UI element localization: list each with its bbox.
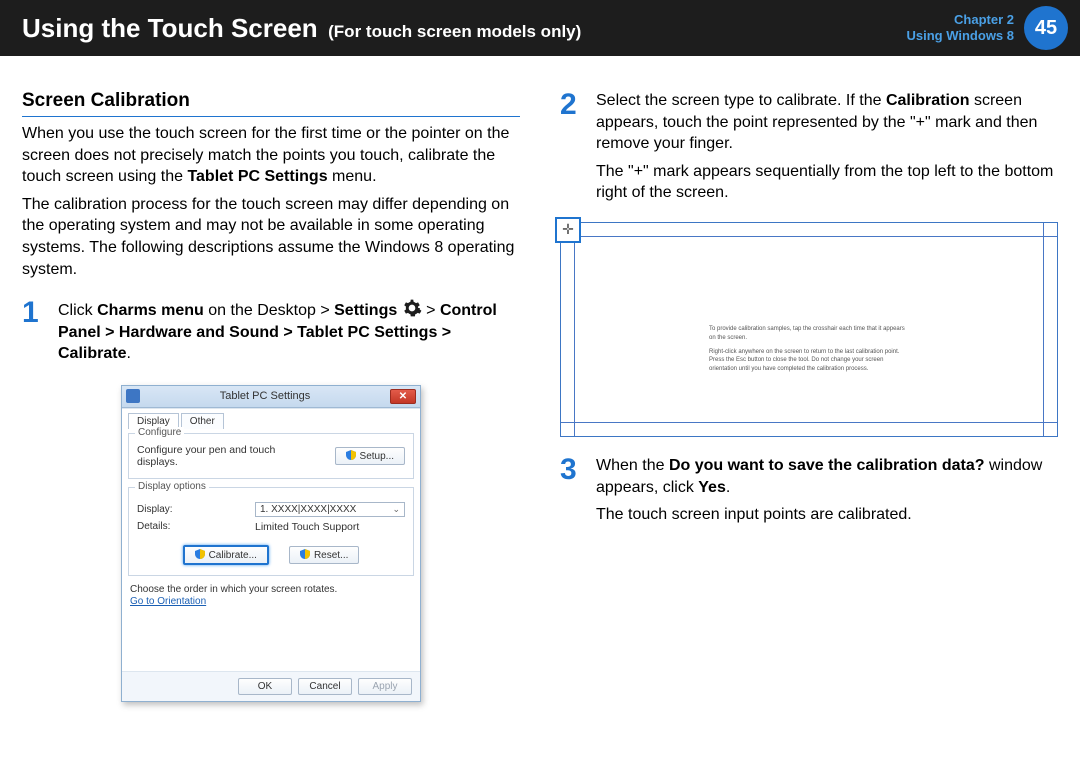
page-header: Using the Touch Screen (For touch screen… <box>0 0 1080 56</box>
orientation-link[interactable]: Go to Orientation <box>130 596 206 607</box>
step-3: 3 When the Do you want to save the calib… <box>560 455 1058 532</box>
details-label: Details: <box>137 521 201 532</box>
chapter-label: Chapter 2 Using Windows 8 <box>907 12 1025 45</box>
display-label: Display: <box>137 504 201 515</box>
cancel-button[interactable]: Cancel <box>298 678 352 695</box>
page-number-badge: 45 <box>1024 6 1068 50</box>
calibration-instruction-text: To provide calibration samples, tap the … <box>709 325 909 373</box>
step-number: 2 <box>560 90 596 210</box>
configure-fieldset: Configure Configure your pen and touch d… <box>128 433 414 479</box>
page-title: Using the Touch Screen (For touch screen… <box>22 13 581 44</box>
calibration-screen-illustration: ✛ To provide calibration samples, tap th… <box>560 222 1058 437</box>
shield-icon <box>195 549 205 559</box>
display-options-fieldset: Display options Display: 1. XXXX|XXXX|XX… <box>128 487 414 576</box>
step-number: 3 <box>560 455 596 532</box>
tablet-pc-settings-dialog: Tablet PC Settings ✕ Display Other Confi… <box>121 385 421 702</box>
step-2: 2 Select the screen type to calibrate. I… <box>560 90 1058 210</box>
calibrate-button[interactable]: Calibrate... <box>183 545 269 565</box>
dialog-title: Tablet PC Settings <box>140 390 390 402</box>
dialog-titlebar: Tablet PC Settings ✕ <box>122 386 420 408</box>
details-value: Limited Touch Support <box>255 521 405 533</box>
step-number: 1 <box>22 298 58 371</box>
shield-icon <box>346 450 356 460</box>
section-heading: Screen Calibration <box>22 90 520 117</box>
right-column: 2 Select the screen type to calibrate. I… <box>560 90 1058 702</box>
intro-paragraph-1: When you use the touch screen for the fi… <box>22 123 520 188</box>
calibration-crosshair-icon: ✛ <box>555 217 581 243</box>
display-select[interactable]: 1. XXXX|XXXX|XXXX ⌄ <box>255 502 405 517</box>
dialog-app-icon <box>126 389 140 403</box>
intro-paragraph-2: The calibration process for the touch sc… <box>22 194 520 280</box>
tab-other[interactable]: Other <box>181 413 224 429</box>
shield-icon <box>300 549 310 559</box>
ok-button[interactable]: OK <box>238 678 292 695</box>
step-1: 1 Click Charms menu on the Desktop > Set… <box>22 298 520 371</box>
rotate-text: Choose the order in which your screen ro… <box>130 584 412 595</box>
configure-text: Configure your pen and touch displays. <box>137 444 287 468</box>
gear-icon <box>402 298 422 318</box>
header-right: Chapter 2 Using Windows 8 45 <box>907 0 1080 56</box>
left-column: Screen Calibration When you use the touc… <box>22 90 520 702</box>
apply-button[interactable]: Apply <box>358 678 412 695</box>
close-icon[interactable]: ✕ <box>390 389 416 404</box>
setup-button[interactable]: Setup... <box>335 447 405 465</box>
reset-button[interactable]: Reset... <box>289 546 359 564</box>
chevron-down-icon: ⌄ <box>392 504 400 515</box>
